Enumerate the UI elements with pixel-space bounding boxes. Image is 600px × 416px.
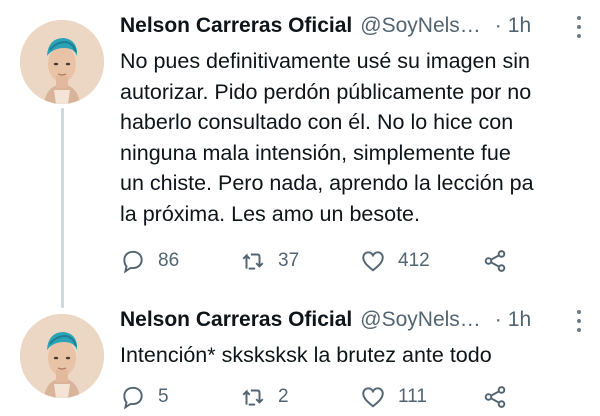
tweet-header: Nelson Carreras Oficial @SoyNels… · 1h	[120, 306, 586, 334]
reply-icon	[123, 386, 143, 410]
avatar[interactable]	[20, 20, 104, 104]
like-button[interactable]: 412	[360, 246, 430, 276]
tweet-actions: 86 37 412	[120, 246, 520, 276]
retweet-icon	[242, 253, 264, 270]
like-button[interactable]: 111	[360, 382, 427, 412]
like-count: 412	[398, 250, 430, 271]
more-options-icon[interactable]	[574, 16, 584, 38]
reply-button[interactable]: 86	[120, 246, 179, 276]
author-handle[interactable]: @SoyNels…	[360, 308, 481, 332]
more-options-icon[interactable]	[574, 310, 584, 332]
header-separator: ·	[494, 308, 502, 331]
retweet-count: 37	[278, 250, 300, 271]
share-icon	[484, 386, 506, 408]
avatar-image	[20, 314, 104, 398]
share-button[interactable]	[482, 246, 508, 276]
retweet-button[interactable]: 37	[240, 246, 299, 276]
tweet-text: No pues definitivamente usé su imagen si…	[120, 49, 534, 226]
heart-icon	[362, 387, 384, 408]
retweet-count: 2	[278, 386, 289, 407]
like-count: 111	[398, 386, 427, 407]
tweet[interactable]: Nelson Carreras Oficial @SoyNels… · 1h I…	[0, 300, 600, 416]
heart-icon	[362, 251, 384, 272]
author-display-name[interactable]: Nelson Carreras Oficial	[120, 14, 352, 38]
avatar-image	[20, 20, 104, 104]
tweet-text: Intención* sksksksk la brutez ante todo	[120, 343, 492, 367]
reply-count: 86	[158, 250, 180, 271]
tweet[interactable]: Nelson Carreras Oficial @SoyNels… · 1h N…	[0, 0, 600, 308]
tweet-timestamp[interactable]: 1h	[508, 14, 531, 38]
reply-icon	[123, 250, 143, 274]
retweet-icon	[242, 389, 264, 406]
share-icon	[484, 250, 506, 272]
share-button[interactable]	[482, 382, 508, 412]
reply-count: 5	[158, 386, 169, 407]
author-handle[interactable]: @SoyNels…	[360, 14, 481, 38]
author-display-name[interactable]: Nelson Carreras Oficial	[120, 308, 352, 332]
retweet-button[interactable]: 2	[240, 382, 289, 412]
reply-button[interactable]: 5	[120, 382, 169, 412]
tweet-actions: 5 2 111	[120, 382, 520, 412]
avatar[interactable]	[20, 314, 104, 398]
tweet-header: Nelson Carreras Oficial @SoyNels… · 1h	[120, 12, 586, 40]
thread-connector-line	[61, 108, 64, 308]
header-separator: ·	[494, 14, 502, 37]
tweet-timestamp[interactable]: 1h	[508, 308, 531, 332]
